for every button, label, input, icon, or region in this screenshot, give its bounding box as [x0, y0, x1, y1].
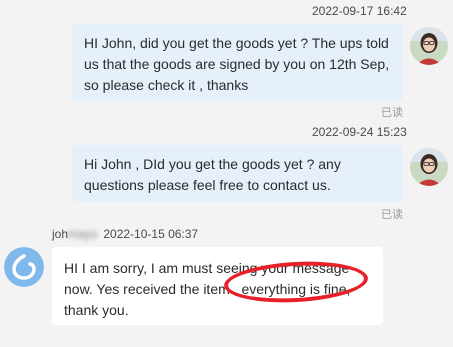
drop-logo-icon: [4, 247, 44, 287]
outgoing-message-bubble[interactable]: HI John, did you get the goods yet ? The…: [72, 24, 403, 101]
incoming-message-bubble[interactable]: HI I am sorry, I am must seeing your mes…: [52, 247, 383, 325]
read-status: 已读: [381, 107, 403, 119]
sender-line: johmayo 2022-10-15 06:37: [52, 227, 198, 241]
contact-avatar[interactable]: [4, 247, 44, 287]
sender-name-blurred: mayo: [68, 227, 98, 241]
message-timestamp: 2022-09-24 15:23: [312, 125, 407, 139]
user-avatar[interactable]: [410, 148, 448, 186]
user-avatar[interactable]: [410, 27, 448, 65]
message-text: HI John, did you get the goods yet ? The…: [84, 35, 390, 93]
user-photo-icon: [410, 27, 448, 65]
user-photo-icon: [410, 148, 448, 186]
message-timestamp: 2022-09-17 16:42: [312, 4, 407, 18]
message-text: Hi John , DId you get the goods yet ? an…: [84, 156, 341, 193]
message-text: HI I am sorry, I am must seeing your mes…: [64, 260, 351, 318]
sender-name: joh: [52, 227, 69, 241]
read-status: 已读: [381, 209, 403, 221]
outgoing-message-bubble[interactable]: Hi John , DId you get the goods yet ? an…: [72, 145, 403, 202]
message-timestamp: 2022-10-15 06:37: [103, 227, 199, 241]
